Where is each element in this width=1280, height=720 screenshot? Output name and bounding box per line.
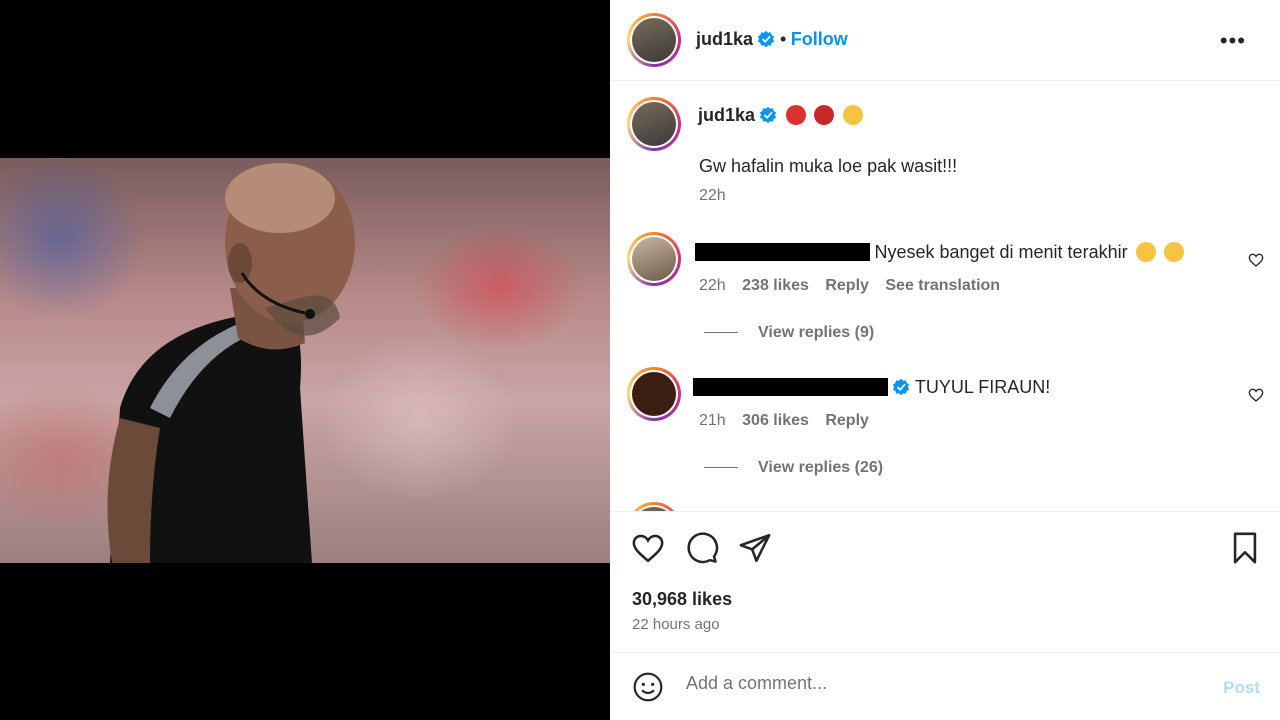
post-photo[interactable] xyxy=(0,158,610,563)
see-translation-button[interactable]: See translation xyxy=(885,277,1000,294)
verified-badge-icon xyxy=(758,30,775,48)
post-header: jud1ka • Follow ••• xyxy=(610,0,1280,81)
post-actions: 30,968 likes 22 hours ago xyxy=(610,511,1280,653)
bookmark-icon[interactable] xyxy=(1228,531,1262,565)
caption-user-line: jud1ka xyxy=(698,105,863,126)
view-replies-line xyxy=(704,332,738,334)
redacted-username xyxy=(693,378,888,396)
view-replies-line xyxy=(704,467,738,469)
separator-dot: • xyxy=(779,29,787,49)
commenter-avatar[interactable] xyxy=(627,367,681,421)
commenter-avatar[interactable] xyxy=(627,502,681,511)
verified-badge-icon xyxy=(893,378,910,396)
comment-likes[interactable]: 306 likes xyxy=(742,412,809,429)
emoji-icon[interactable] xyxy=(632,671,664,703)
share-icon[interactable] xyxy=(738,531,772,565)
comment-icon[interactable] xyxy=(685,531,719,565)
add-comment-bar: Post xyxy=(610,652,1280,720)
crying-face-emoji-icon xyxy=(1136,242,1157,262)
add-comment-input[interactable] xyxy=(684,672,1188,695)
caption-time: 22h xyxy=(699,187,726,204)
post-time-ago: 22 hours ago xyxy=(632,616,720,633)
post-likes-count[interactable]: 30,968 likes xyxy=(632,589,732,610)
comment-text: Nyesek banget di menit terakhir xyxy=(874,242,1128,262)
more-options-icon[interactable]: ••• xyxy=(1220,28,1246,54)
commenter-avatar[interactable] xyxy=(627,232,681,286)
author-line: jud1ka • Follow xyxy=(696,29,848,50)
comments-section: jud1ka Gw hafalin muka loe pak wasit!!! … xyxy=(610,81,1280,511)
referee-illustration xyxy=(107,163,355,563)
comment-meta: 22h 238 likes Reply See translation xyxy=(699,277,1000,295)
comment-text: TUYUL FIRAUN! xyxy=(914,377,1051,397)
reply-button[interactable]: Reply xyxy=(825,412,869,429)
comment-line: Nyesek banget di menit terakhir xyxy=(695,242,1185,263)
post-comment-button[interactable]: Post xyxy=(1223,678,1260,698)
caption-username[interactable]: jud1ka xyxy=(698,105,755,125)
post-details-panel: jud1ka • Follow ••• jud1ka Gw hafalin mu… xyxy=(610,0,1280,720)
comment-likes[interactable]: 238 likes xyxy=(742,277,809,294)
view-replies-button[interactable]: View replies (9) xyxy=(704,324,874,342)
heart-icon[interactable] xyxy=(631,531,665,565)
angry-face-emoji-icon xyxy=(814,105,835,125)
redacted-username xyxy=(695,243,870,261)
view-replies-label: View replies (26) xyxy=(758,459,884,476)
reply-button[interactable]: Reply xyxy=(825,277,869,294)
post-media-area xyxy=(0,0,610,720)
instagram-post-modal: jud1ka • Follow ••• jud1ka Gw hafalin mu… xyxy=(0,0,1280,720)
caption-text: Gw hafalin muka loe pak wasit!!! xyxy=(699,156,958,176)
caption-avatar[interactable] xyxy=(627,97,681,151)
like-comment-heart-icon[interactable] xyxy=(1248,387,1264,403)
view-replies-label: View replies (9) xyxy=(758,324,875,341)
crying-face-emoji-icon xyxy=(1164,242,1185,262)
author-username[interactable]: jud1ka xyxy=(696,29,753,49)
view-replies-button[interactable]: View replies (26) xyxy=(704,459,883,477)
monocle-face-emoji-icon xyxy=(842,105,863,125)
comment-meta: 21h 306 likes Reply xyxy=(699,412,869,430)
comment-time: 21h xyxy=(699,412,726,429)
author-avatar[interactable] xyxy=(627,13,681,67)
follow-button[interactable]: Follow xyxy=(791,29,848,49)
comment-time: 22h xyxy=(699,277,726,294)
verified-badge-icon xyxy=(760,106,777,124)
comment-line: TUYUL FIRAUN! xyxy=(693,377,1050,398)
angry-face-emoji-icon xyxy=(785,105,806,125)
like-comment-heart-icon[interactable] xyxy=(1248,252,1264,268)
